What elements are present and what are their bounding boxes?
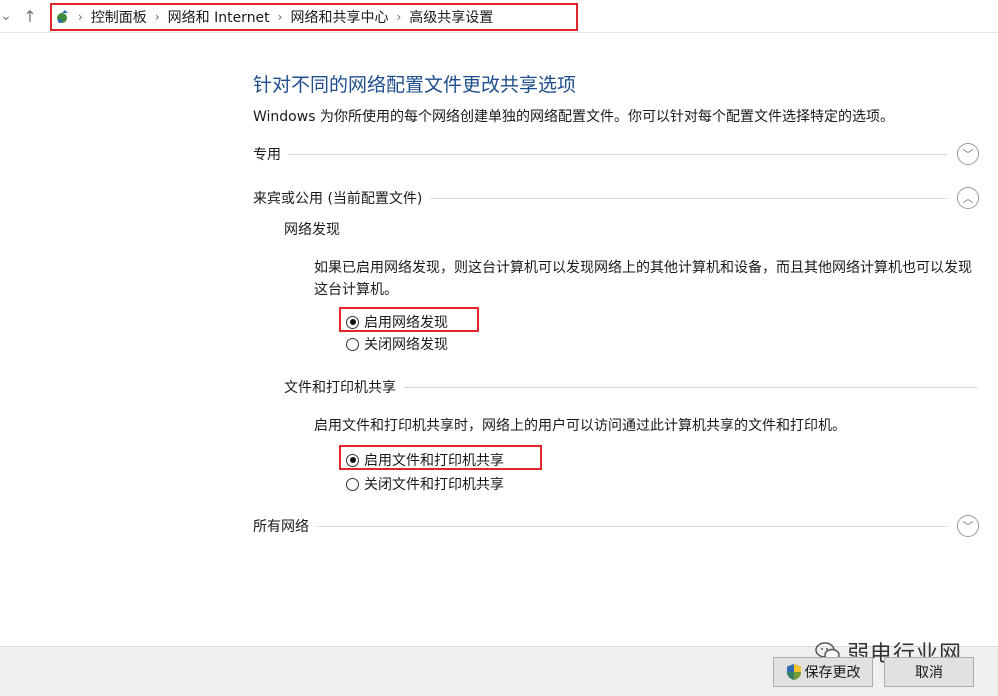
- section-all-networks[interactable]: 所有网络 ﹀: [253, 515, 979, 537]
- file-sharing-heading: 文件和打印机共享: [284, 380, 396, 396]
- radio-unselected-icon[interactable]: [346, 337, 359, 351]
- up-arrow-icon[interactable]: ↑: [20, 6, 40, 26]
- breadcrumb-separator: ›: [396, 10, 402, 24]
- address-bar: ⌄ ↑ › 控制面板 › 网络和 Internet › 网络和共享中心 › 高级…: [0, 0, 998, 33]
- radio-file-sharing-off[interactable]: 关闭文件和打印机共享: [346, 474, 504, 494]
- chevron-down-icon[interactable]: ﹀: [957, 143, 979, 165]
- cancel-button[interactable]: 取消: [884, 657, 974, 687]
- file-sharing-header: 文件和打印机共享: [284, 377, 978, 397]
- breadcrumb: › 控制面板 › 网络和 Internet › 网络和共享中心 › 高级共享设置: [50, 3, 578, 31]
- radio-label: 关闭文件和打印机共享: [364, 477, 504, 493]
- radio-unselected-icon[interactable]: [346, 477, 359, 491]
- breadcrumb-separator: ›: [277, 10, 283, 24]
- section-all-networks-label: 所有网络: [253, 519, 309, 535]
- breadcrumb-advanced-sharing[interactable]: 高级共享设置: [409, 7, 493, 27]
- divider: [317, 525, 947, 527]
- radio-network-discovery-on[interactable]: 启用网络发现: [346, 312, 448, 332]
- section-private-label: 专用: [253, 147, 281, 163]
- chevron-down-icon[interactable]: ⌄: [0, 6, 12, 26]
- radio-label: 启用网络发现: [364, 315, 448, 331]
- divider: [404, 386, 978, 388]
- breadcrumb-network-internet[interactable]: 网络和 Internet: [168, 7, 270, 27]
- section-guest-public-label: 来宾或公用 (当前配置文件): [253, 191, 423, 207]
- uac-shield-icon: [786, 664, 801, 680]
- page-description: Windows 为你所使用的每个网络创建单独的网络配置文件。你可以针对每个配置文…: [253, 109, 894, 125]
- radio-label: 关闭网络发现: [364, 337, 448, 353]
- breadcrumb-network-sharing-center[interactable]: 网络和共享中心: [290, 7, 388, 27]
- radio-file-sharing-on[interactable]: 启用文件和打印机共享: [346, 450, 504, 470]
- breadcrumb-separator: ›: [154, 10, 160, 24]
- chevron-up-icon[interactable]: ︿: [957, 187, 979, 209]
- divider: [430, 197, 947, 199]
- control-panel-icon: [57, 10, 68, 23]
- breadcrumb-control-panel[interactable]: 控制面板: [91, 7, 147, 27]
- save-changes-button[interactable]: 保存更改: [773, 657, 873, 687]
- network-discovery-header: 网络发现: [284, 219, 978, 239]
- radio-selected-icon[interactable]: [346, 315, 359, 329]
- chevron-down-icon[interactable]: ﹀: [957, 515, 979, 537]
- network-discovery-heading: 网络发现: [284, 222, 340, 238]
- file-sharing-description: 启用文件和打印机共享时，网络上的用户可以访问通过此计算机共享的文件和打印机。: [314, 418, 846, 434]
- section-guest-public[interactable]: 来宾或公用 (当前配置文件) ︿: [253, 187, 979, 209]
- radio-label: 启用文件和打印机共享: [364, 453, 504, 469]
- breadcrumb-separator: ›: [78, 10, 83, 24]
- cancel-label: 取消: [915, 665, 943, 681]
- section-private[interactable]: 专用 ﹀: [253, 143, 979, 165]
- page-title: 针对不同的网络配置文件更改共享选项: [253, 74, 577, 96]
- radio-network-discovery-off[interactable]: 关闭网络发现: [346, 334, 448, 354]
- divider: [289, 153, 947, 155]
- save-changes-label: 保存更改: [804, 665, 861, 681]
- network-discovery-description: 如果已启用网络发现，则这台计算机可以发现网络上的其他计算机和设备，而且其他网络计…: [314, 260, 972, 298]
- radio-selected-icon[interactable]: [346, 453, 359, 467]
